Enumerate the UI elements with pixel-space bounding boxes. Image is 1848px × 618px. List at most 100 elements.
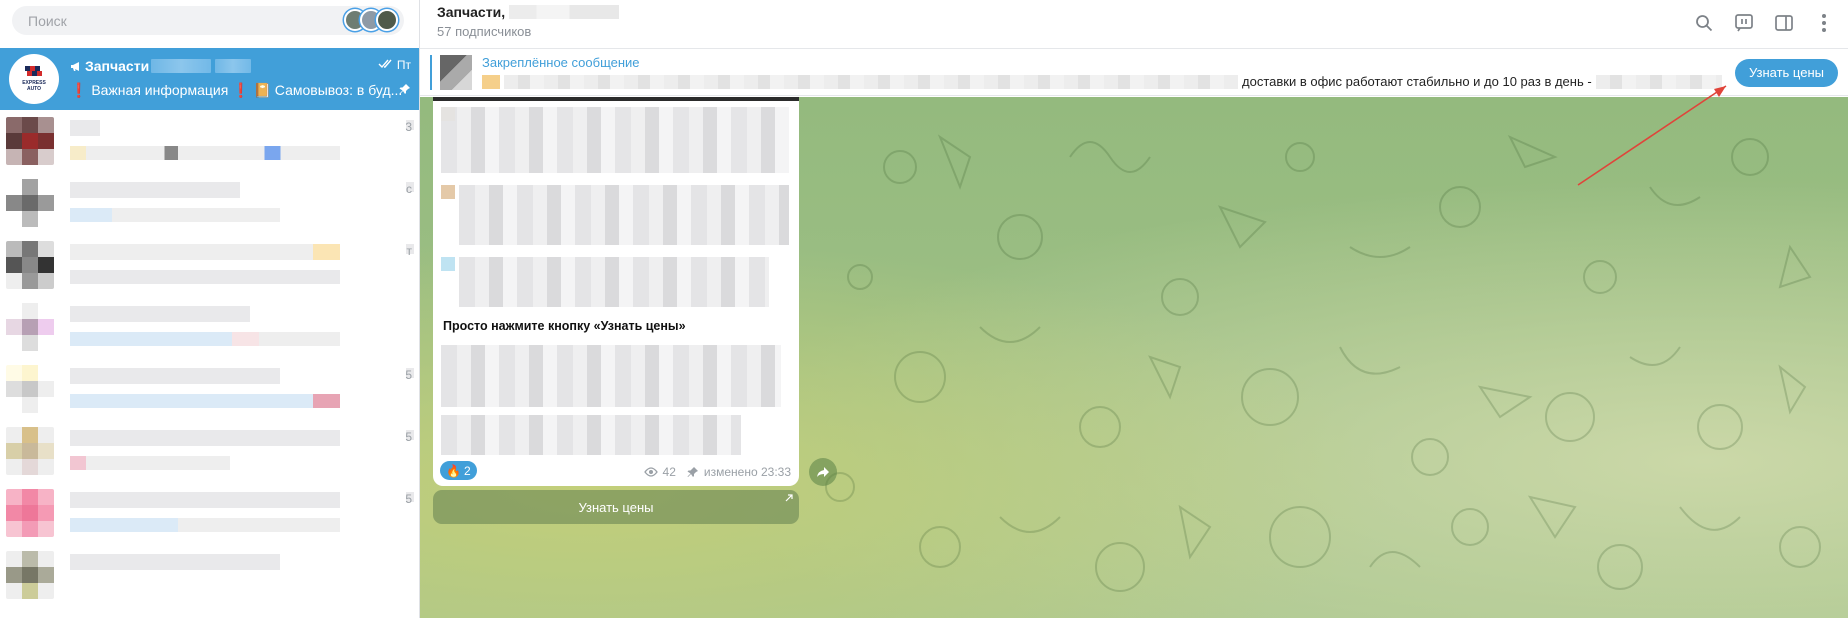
search-button[interactable] — [1692, 11, 1716, 35]
sidebar-toggle-icon — [1775, 15, 1793, 31]
chat-row-side-text: 5 — [405, 430, 412, 444]
avatar — [6, 179, 54, 227]
chat-row-side-text: 5 — [405, 368, 412, 382]
search-bar — [0, 0, 419, 41]
redacted — [70, 306, 250, 322]
megaphone-icon — [71, 62, 79, 71]
avatar — [6, 427, 54, 475]
chat-row-side-text: с — [406, 182, 412, 196]
chat-date: Пт — [378, 58, 411, 72]
channel-title-text: Запчасти — [437, 4, 502, 20]
list-item[interactable]: 5 — [0, 420, 419, 482]
redacted-text — [459, 257, 769, 307]
chat-header[interactable]: Запчасти, 57 подписчиков — [420, 0, 1848, 49]
share-icon — [817, 467, 829, 477]
redacted — [70, 146, 340, 160]
comma: , — [501, 4, 506, 20]
get-prices-button[interactable]: Узнать цены — [1734, 59, 1838, 87]
redacted-text — [441, 107, 789, 173]
redacted — [70, 120, 100, 136]
chat-title: Запчасти — [70, 58, 252, 74]
redacted-text — [441, 345, 781, 407]
avatar — [6, 551, 54, 599]
avatar — [6, 365, 54, 413]
chat-date-text: Пт — [396, 58, 411, 72]
inline-button-label: Узнать цены — [578, 499, 654, 515]
emoji-icon — [441, 185, 455, 199]
more-icon — [1822, 14, 1826, 32]
view-count: 42 — [662, 465, 676, 479]
chat-preview: ❗ Важная информация ❗ 📔 Самовывоз: в буд… — [70, 82, 403, 98]
redacted — [70, 456, 230, 470]
post-meta: 42 изменено 23:33 — [643, 465, 791, 479]
redacted — [70, 208, 280, 222]
redacted — [509, 5, 620, 19]
header-actions — [1692, 11, 1836, 35]
fire-icon: 🔥 — [446, 463, 461, 478]
channel-avatar: EXPRESS AUTO — [9, 54, 59, 104]
sidebar-toggle-button[interactable] — [1772, 11, 1796, 35]
redacted — [70, 430, 340, 446]
redacted — [70, 270, 340, 284]
subscriber-count: 57 подписчиков — [437, 24, 532, 39]
list-item[interactable]: т — [0, 234, 419, 296]
redacted-text — [441, 415, 741, 455]
post-bold-line: Просто нажмите кнопку «Узнать цены» — [443, 319, 686, 333]
pin-icon — [687, 467, 698, 477]
chat-list: EXPRESS AUTO Запчасти Пт ❗ Важная информ… — [0, 48, 419, 606]
chat-title-text: Запчасти — [85, 58, 150, 74]
list-item[interactable]: 3 — [0, 110, 419, 172]
avatar — [6, 117, 54, 165]
reaction-badge[interactable]: 🔥 2 — [440, 461, 477, 480]
emoji-icon — [441, 257, 455, 271]
story-avatar[interactable] — [376, 9, 398, 31]
channel-title[interactable]: Запчасти, — [437, 4, 620, 20]
logo-icon — [23, 66, 45, 80]
redacted — [70, 518, 340, 532]
logo-text: AUTO — [26, 86, 42, 92]
redacted — [151, 59, 212, 73]
channel-post[interactable]: Просто нажмите кнопку «Узнать цены» 🔥 2 … — [433, 97, 799, 486]
external-link-icon — [785, 494, 793, 502]
list-item[interactable]: с — [0, 172, 419, 234]
share-button[interactable] — [809, 458, 837, 486]
list-item[interactable]: 5 — [0, 358, 419, 420]
search-box — [12, 6, 404, 35]
list-item[interactable] — [0, 296, 419, 358]
edited-time: изменено 23:33 — [703, 465, 791, 479]
stories-avatars[interactable] — [344, 9, 398, 31]
redacted-text — [459, 185, 789, 245]
pinned-thumbnail — [440, 55, 472, 90]
avatar — [6, 241, 54, 289]
redacted — [70, 394, 340, 408]
post-image — [433, 97, 799, 101]
inline-get-prices-button[interactable]: Узнать цены — [433, 490, 799, 524]
redacted — [70, 182, 240, 198]
reaction-count: 2 — [463, 463, 471, 478]
redacted — [504, 74, 1238, 89]
avatar — [6, 489, 54, 537]
chat-row-side-text: 3 — [405, 120, 412, 134]
live-stream-icon — [1735, 14, 1753, 32]
redacted — [70, 244, 340, 260]
live-stream-button[interactable] — [1732, 11, 1756, 35]
pin-icon — [399, 84, 410, 94]
chat-item-active[interactable]: EXPRESS AUTO Запчасти Пт ❗ Важная информ… — [0, 48, 419, 110]
double-check-icon — [378, 59, 392, 69]
pinned-message-bar[interactable]: Закреплённое сообщение доставки в офис р… — [420, 49, 1848, 96]
redacted — [70, 368, 280, 384]
telegram-window: EXPRESS AUTO Запчасти Пт ❗ Важная информ… — [0, 0, 1848, 618]
avatar — [6, 303, 54, 351]
pinned-label: Закреплённое сообщение — [482, 55, 640, 70]
list-item[interactable]: 5 — [0, 482, 419, 544]
list-item[interactable] — [0, 544, 419, 606]
redacted — [215, 59, 252, 73]
search-icon — [1696, 15, 1713, 32]
pinned-text: доставки в офис работают стабильно и до … — [482, 74, 1722, 89]
redacted — [70, 332, 340, 346]
pinned-text-visible: доставки в офис работают стабильно и до … — [1242, 74, 1592, 89]
emoji-icon — [482, 74, 500, 89]
chat-row-side-text: т — [406, 244, 413, 258]
redacted — [70, 492, 340, 508]
more-button[interactable] — [1812, 11, 1836, 35]
